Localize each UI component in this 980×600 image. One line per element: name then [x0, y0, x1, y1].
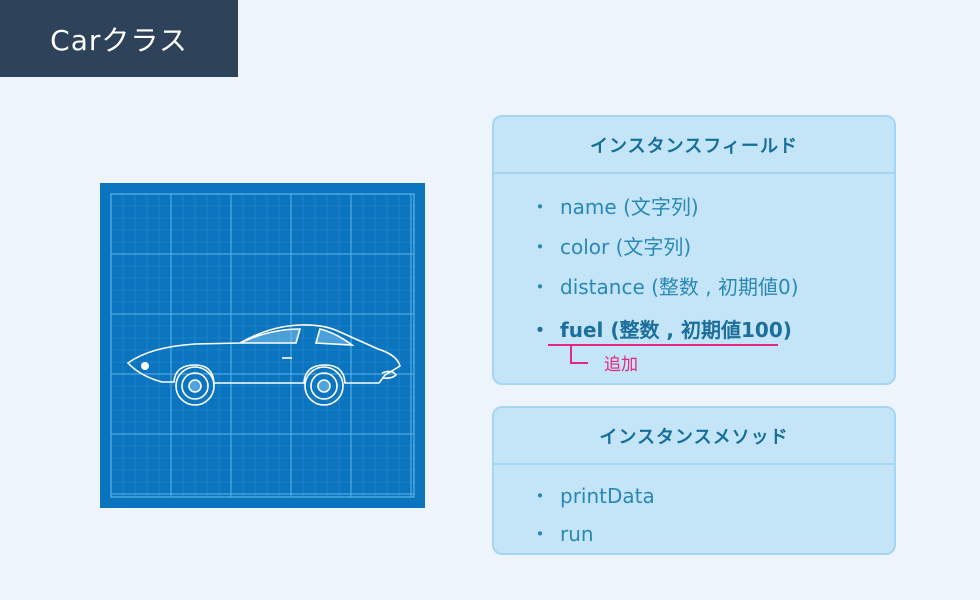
instance-fields-panel: インスタンスフィールド ・ name (文字列) ・ color (文字列) ・ di… [492, 115, 896, 385]
car-blueprint-image [100, 183, 425, 508]
added-connector [570, 346, 588, 364]
instance-fields-heading: インスタンスフィールド [494, 117, 894, 174]
instance-methods-panel: インスタンスメソッド ・ printData ・ run [492, 406, 896, 555]
field-item: ・ distance (整数 , 初期値0) [530, 275, 799, 299]
instance-methods-heading: インスタンスメソッド [494, 408, 894, 465]
added-label: 追加 [604, 355, 638, 375]
method-item: ・ printData [530, 484, 655, 508]
field-item: ・ name (文字列) [530, 195, 699, 219]
page-title: Carクラス [0, 0, 238, 77]
method-item: ・ run [530, 522, 594, 546]
field-item: ・ color (文字列) [530, 235, 692, 259]
field-item-added: ・ fuel (整数 , 初期値100) [530, 318, 792, 342]
